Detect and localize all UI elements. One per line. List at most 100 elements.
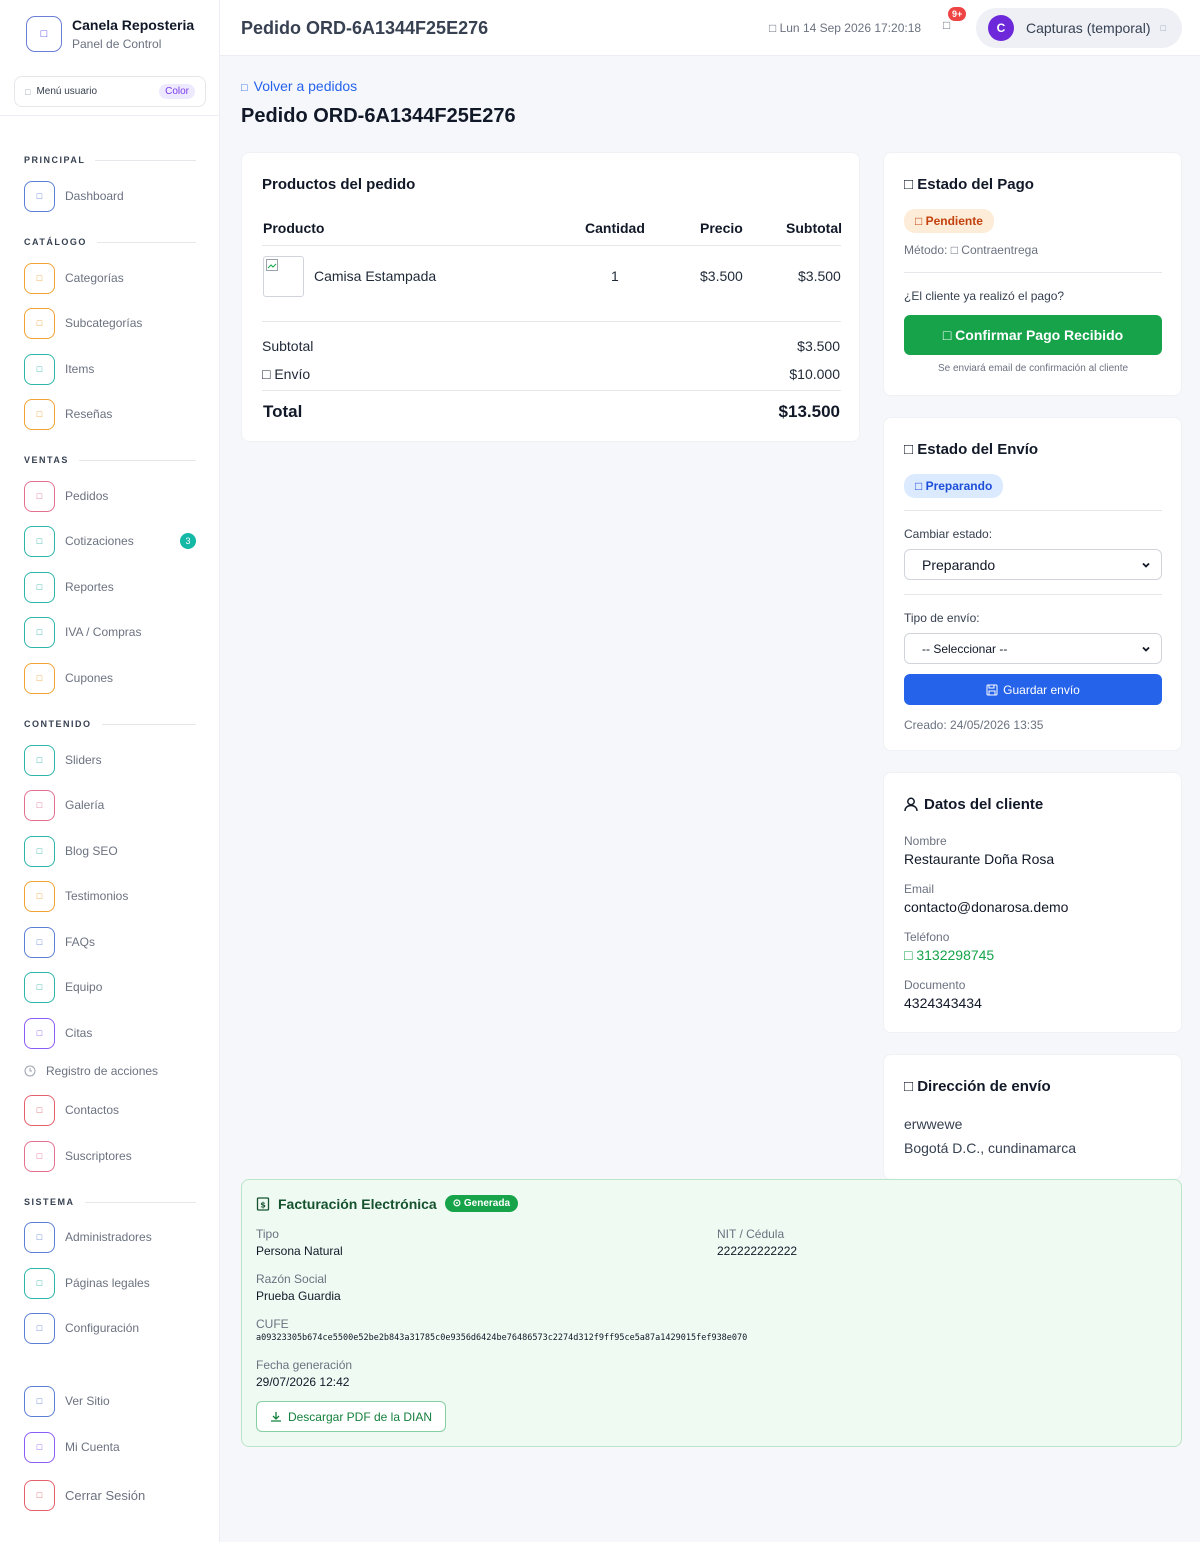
chevron-down-icon	[1142, 646, 1150, 652]
user-profile-button[interactable]: C Capturas (temporal) □	[976, 8, 1182, 48]
shipping-status-card: □ Estado del Envío □ Preparando Cambiar …	[883, 417, 1182, 751]
sidebar-item-configuracion[interactable]: □ Configuración	[24, 1312, 196, 1344]
sidebar-item-registro[interactable]: Registro de acciones	[24, 1064, 158, 1078]
sidebar-item-blog[interactable]: □ Blog SEO	[24, 835, 196, 867]
sidebar-item-categorias[interactable]: □ Categorías	[24, 262, 196, 294]
user-menu-label: Menú usuario	[36, 86, 98, 97]
save-shipping-button[interactable]: Guardar envío	[904, 674, 1162, 705]
sidebar-item-administradores[interactable]: □ Administradores	[24, 1221, 196, 1253]
appointments-icon: □	[24, 1017, 55, 1049]
invoice-nit-label: NIT / Cédula	[717, 1227, 785, 1241]
svg-text:$: $	[260, 1200, 266, 1209]
user-name: Capturas (temporal)	[1026, 20, 1151, 36]
product-subtotal: $3.500	[798, 268, 841, 284]
contacts-icon: □	[24, 1094, 55, 1126]
sidebar-item-faqs[interactable]: □ FAQs	[24, 926, 196, 958]
sidebar-item-suscriptores[interactable]: □ Suscriptores	[24, 1140, 196, 1172]
sidebar-item-label: Contactos	[65, 1103, 120, 1117]
confirm-payment-button[interactable]: □ Confirmar Pago Recibido	[904, 315, 1162, 355]
sidebar-item-dashboard[interactable]: □ Dashboard	[24, 180, 196, 212]
back-to-orders-link[interactable]: □ Volver a pedidos	[241, 78, 357, 94]
sidebar-item-label: Pedidos	[65, 489, 109, 503]
sidebar-item-label: Categorías	[65, 271, 124, 285]
topbar: Pedido ORD-6A1344F25E276 □ Lun 14 Sep 20…	[220, 0, 1200, 56]
shipping-status-badge: □ Preparando	[904, 474, 1004, 498]
invoice-company-label: Razón Social	[256, 1272, 327, 1286]
divider	[262, 245, 841, 246]
sidebar-item-items[interactable]: □ Items	[24, 353, 196, 385]
col-header-product: Producto	[263, 220, 325, 236]
sidebar-item-reportes[interactable]: □ Reportes	[24, 571, 196, 603]
section-sistema: SISTEMA	[24, 1197, 196, 1207]
sidebar-item-paginas[interactable]: □ Páginas legales	[24, 1267, 196, 1299]
client-doc: 4324343434	[904, 995, 982, 1011]
sidebar-item-label: Cerrar Sesión	[65, 1487, 146, 1503]
sidebar: □ Canela Reposteria Panel de Control □ M…	[0, 0, 220, 1542]
user-menu-icon: □	[25, 86, 31, 97]
subtotal-value: $3.500	[797, 338, 840, 354]
settings-icon: □	[24, 1312, 55, 1344]
sidebar-item-cupones[interactable]: □ Cupones	[24, 662, 196, 694]
subscribers-icon: □	[24, 1140, 55, 1172]
sidebar-item-contactos[interactable]: □ Contactos	[24, 1094, 196, 1126]
sidebar-item-iva[interactable]: □ IVA / Compras	[24, 616, 196, 648]
invoice-date: 29/07/2026 12:42	[256, 1375, 350, 1389]
sidebar-item-cerrar-sesion[interactable]: □ Cerrar Sesión	[24, 1479, 196, 1511]
client-phone-link[interactable]: □ 3132298745	[904, 947, 994, 963]
payment-method: Método: □ Contraentrega	[904, 243, 1038, 257]
check-circle-icon: ⊙	[452, 1198, 464, 1209]
reviews-icon: □	[24, 398, 55, 430]
divider	[904, 510, 1162, 511]
sidebar-item-citas[interactable]: □ Citas	[24, 1017, 196, 1049]
arrow-left-icon: □	[241, 82, 248, 94]
brand[interactable]: □ Canela Reposteria Panel de Control	[26, 16, 194, 52]
total-value: $13.500	[778, 402, 840, 421]
tax-icon: □	[24, 616, 55, 648]
invoice-cufe: a09323305b674ce5500e52be2b843a31785c0e93…	[256, 1333, 748, 1343]
quotes-icon: □	[24, 525, 55, 557]
chevron-down-icon	[1142, 562, 1150, 568]
download-dian-pdf-button[interactable]: Descargar PDF de la DIAN	[256, 1401, 446, 1432]
bell-icon[interactable]: □	[943, 18, 950, 32]
confirmation-note: Se enviará email de confirmación al clie…	[937, 363, 1129, 374]
sidebar-item-label: Mi Cuenta	[65, 1440, 120, 1454]
user-menu-button[interactable]: □ Menú usuario Color	[14, 76, 206, 107]
sidebar-item-label: FAQs	[65, 935, 96, 949]
sidebar-item-equipo[interactable]: □ Equipo	[24, 971, 196, 1003]
change-status-label: Cambiar estado:	[904, 527, 993, 541]
client-name-label: Nombre	[904, 834, 947, 848]
divider	[262, 390, 841, 391]
shipping-type-select[interactable]: -- Seleccionar --	[904, 633, 1162, 664]
sidebar-item-label: Cupones	[65, 671, 114, 685]
sidebar-item-mi-cuenta[interactable]: □ Mi Cuenta	[24, 1431, 196, 1463]
brand-name: Canela Reposteria	[72, 17, 195, 33]
sidebar-item-label: Páginas legales	[65, 1276, 150, 1290]
chevron-down-icon: □	[1160, 23, 1166, 33]
page-title: Pedido ORD-6A1344F25E276	[241, 105, 516, 127]
sidebar-item-cotizaciones[interactable]: □ Cotizaciones 3	[24, 525, 196, 557]
legal-pages-icon: □	[24, 1267, 55, 1299]
sidebar-item-galeria[interactable]: □ Galería	[24, 789, 196, 821]
order-products-card: Productos del pedido Producto Cantidad P…	[241, 152, 860, 442]
sidebar-item-sliders[interactable]: □ Sliders	[24, 744, 196, 776]
payment-title: □ Estado del Pago	[904, 176, 1034, 193]
section-contenido: CONTENIDO	[24, 719, 196, 729]
sidebar-item-label: Blog SEO	[65, 844, 118, 858]
section-catalogo: CATÁLOGO	[24, 237, 196, 247]
sidebar-item-resenas[interactable]: □ Reseñas	[24, 398, 196, 430]
sidebar-item-testimonios[interactable]: □ Testimonios	[24, 880, 196, 912]
shipping-status-select[interactable]: Preparando	[904, 549, 1162, 580]
sidebar-item-ver-sitio[interactable]: □ Ver Sitio	[24, 1385, 196, 1417]
client-title: Datos del cliente	[904, 796, 1043, 813]
section-principal: PRINCIPAL	[24, 155, 196, 165]
download-icon	[270, 1411, 281, 1422]
color-badge[interactable]: Color	[159, 84, 195, 99]
broken-image-icon	[266, 259, 278, 271]
sidebar-item-pedidos[interactable]: □ Pedidos	[24, 480, 196, 512]
sidebar-item-subcategorias[interactable]: □ Subcategorías	[24, 307, 196, 339]
subtotal-label: Subtotal	[262, 338, 314, 354]
brand-logo-icon: □	[26, 16, 62, 52]
created-date: Creado: 24/05/2026 13:35	[904, 718, 1044, 732]
save-icon	[986, 684, 998, 695]
sidebar-item-label: Equipo	[65, 980, 103, 994]
